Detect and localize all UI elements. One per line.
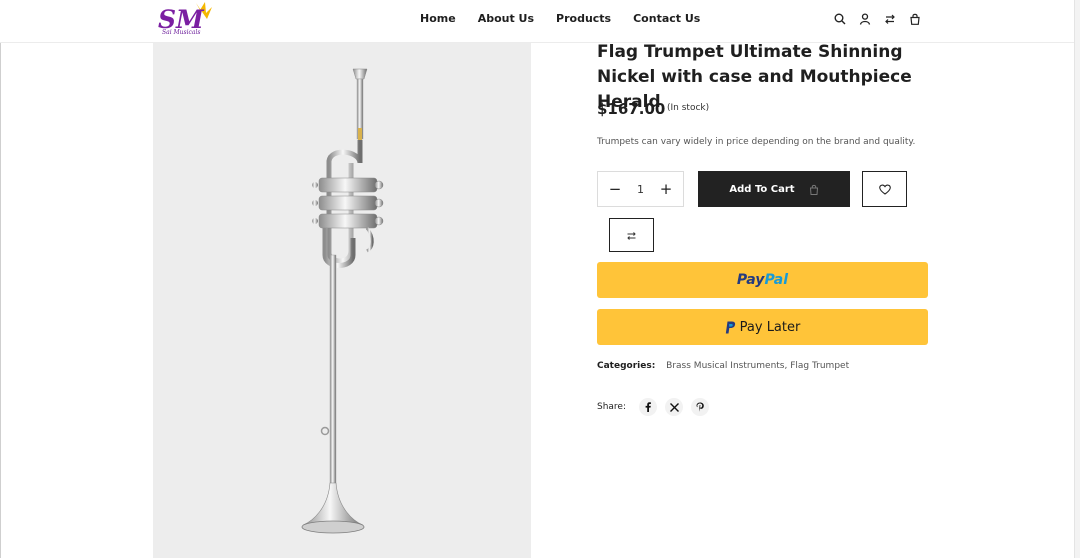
add-to-cart-label: Add To Cart — [729, 183, 795, 195]
increase-quantity-button[interactable]: + — [659, 180, 673, 198]
site-header: SM Sai Musicals Home About Us Products C… — [0, 0, 1074, 43]
decrease-quantity-button[interactable]: − — [608, 180, 622, 198]
paypal-icon — [725, 321, 736, 334]
product-image-trumpet[interactable] — [153, 43, 531, 558]
nav-contact-us[interactable]: Contact Us — [633, 12, 700, 25]
product-categories: Categories: Brass Musical Instruments, F… — [597, 361, 849, 371]
compare-icon — [626, 226, 637, 245]
product-description: Trumpets can vary widely in price depend… — [597, 137, 916, 147]
add-to-cart-button[interactable]: Add To Cart — [698, 171, 850, 207]
categories-links[interactable]: Brass Musical Instruments, Flag Trumpet — [666, 361, 849, 371]
facebook-icon[interactable] — [639, 398, 658, 416]
product-price: $167.00 — [597, 100, 666, 118]
quantity-value[interactable]: 1 — [637, 183, 644, 196]
bag-icon[interactable] — [908, 12, 922, 26]
window-edge — [0, 0, 1, 558]
nav-about-us[interactable]: About Us — [478, 12, 534, 25]
logo-tagline: Sai Musicals — [162, 29, 201, 36]
paypal-pay-later-button[interactable]: Pay Later — [597, 309, 928, 345]
x-icon[interactable] — [665, 398, 684, 416]
user-icon[interactable] — [858, 12, 872, 26]
scrollbar[interactable] — [1074, 0, 1080, 558]
search-icon[interactable] — [833, 12, 847, 26]
quantity-stepper: − 1 + — [597, 171, 684, 207]
stock-status: (In stock) — [667, 103, 710, 113]
main-nav: Home About Us Products Contact Us — [420, 12, 722, 25]
nav-home[interactable]: Home — [420, 12, 456, 25]
bag-icon — [809, 184, 819, 195]
header-actions — [833, 12, 933, 26]
paypal-button[interactable]: PayPal — [597, 262, 928, 298]
categories-label: Categories: — [597, 361, 656, 371]
nav-products[interactable]: Products — [556, 12, 611, 25]
share-row: Share: — [597, 398, 717, 416]
share-label: Share: — [597, 402, 627, 412]
paypal-logo: PayPal — [736, 272, 789, 288]
pay-later-label: Pay Later — [739, 319, 801, 335]
compare-icon[interactable] — [883, 12, 897, 26]
heart-icon — [878, 180, 891, 199]
pinterest-icon[interactable] — [691, 398, 710, 416]
compare-button[interactable] — [609, 218, 654, 252]
add-to-wishlist-button[interactable] — [862, 171, 907, 207]
